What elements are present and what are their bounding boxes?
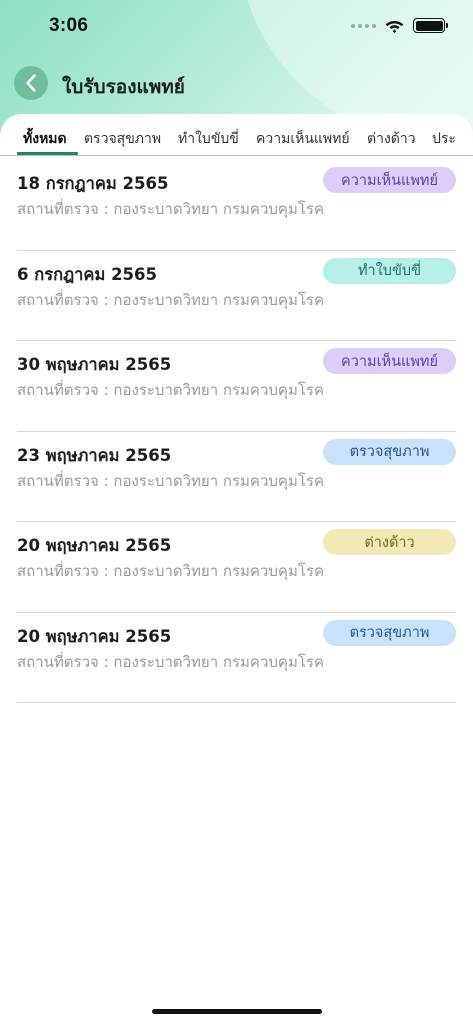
wifi-icon <box>385 21 404 33</box>
navigation-bar: ใบรับรองแพทย์ <box>0 62 473 106</box>
record-place: สถานที่ตรวจ : กองระบาดวิทยา กรมควบคุมโรค <box>17 381 324 399</box>
active-tab-indicator <box>17 152 78 155</box>
record-place: สถานที่ตรวจ : กองระบาดวิทยา กรมควบคุมโรค <box>17 471 324 490</box>
record-type-badge: ความเห็นแพทย์ <box>323 348 456 374</box>
chevron-left-icon <box>26 74 36 92</box>
status-time: 3:06 <box>49 15 89 36</box>
tab-more[interactable]: ประ <box>432 128 456 155</box>
record-type-badge: ตรวจสุขภาพ <box>323 438 456 465</box>
page-title: ใบรับรองแพทย์ <box>62 76 185 98</box>
battery-icon <box>413 18 448 33</box>
list-item[interactable]: 30 พฤษภาคม 2565 สถานที่ตรวจ : กองระบาดวิ… <box>17 341 456 432</box>
record-type-badge: ตรวจสุขภาพ <box>323 619 456 646</box>
record-date: 23 พฤษภาคม 2565 <box>17 445 172 465</box>
record-type-badge: ความเห็นแพทย์ <box>323 167 456 193</box>
record-place: สถานที่ตรวจ : กองระบาดวิทยา กรมควบคุมโรค <box>17 652 324 671</box>
list-item[interactable]: 20 พฤษภาคม 2565 สถานที่ตรวจ : กองระบาดวิ… <box>17 613 456 703</box>
record-date: 18 กรกฎาคม 2565 <box>17 174 169 193</box>
list-item[interactable]: 6 กรกฎาคม 2565 สถานที่ตรวจ : กองระบาดวิท… <box>17 251 456 341</box>
list-item[interactable]: 23 พฤษภาคม 2565 สถานที่ตรวจ : กองระบาดวิ… <box>17 432 456 522</box>
tab-doctor-opinion[interactable]: ความเห็นแพทย์ <box>256 128 350 155</box>
tab-health-checkup[interactable]: ตรวจสุขภาพ <box>84 128 161 155</box>
record-type-badge: ต่างด้าว <box>323 529 456 555</box>
record-date: 6 กรกฎาคม 2565 <box>17 264 157 284</box>
category-tabs: ทั้งหมด ตรวจสุขภาพ ทำใบขับขี่ ความเห็นแพ… <box>0 124 473 156</box>
tab-driving-license[interactable]: ทำใบขับขี่ <box>178 128 239 155</box>
record-place: สถานที่ตรวจ : กองระบาดวิทยา กรมควบคุมโรค <box>17 290 324 309</box>
status-icons <box>351 18 448 33</box>
record-date: 30 พฤษภาคม 2565 <box>17 355 172 374</box>
status-bar: 3:06 <box>0 0 473 54</box>
list-item[interactable]: 20 พฤษภาคม 2565 สถานที่ตรวจ : กองระบาดวิ… <box>17 522 456 613</box>
certificate-list: 18 กรกฎาคม 2565 สถานที่ตรวจ : กองระบาดวิ… <box>0 160 473 703</box>
record-place: สถานที่ตรวจ : กองระบาดวิทยา กรมควบคุมโรค <box>17 200 324 218</box>
record-type-badge: ทำใบขับขี่ <box>323 257 456 284</box>
list-item[interactable]: 18 กรกฎาคม 2565 สถานที่ตรวจ : กองระบาดวิ… <box>17 160 456 251</box>
content-sheet: ทั้งหมด ตรวจสุขภาพ ทำใบขับขี่ ความเห็นแพ… <box>0 114 473 1024</box>
back-button[interactable] <box>14 66 48 100</box>
record-place: สถานที่ตรวจ : กองระบาดวิทยา กรมควบคุมโรค <box>17 562 324 580</box>
record-date: 20 พฤษภาคม 2565 <box>17 536 172 555</box>
tab-foreign-worker[interactable]: ต่างด้าว <box>367 128 416 155</box>
cellular-signal-icon <box>351 23 376 28</box>
home-indicator[interactable] <box>152 1009 322 1014</box>
record-date: 20 พฤษภาคม 2565 <box>17 626 172 646</box>
